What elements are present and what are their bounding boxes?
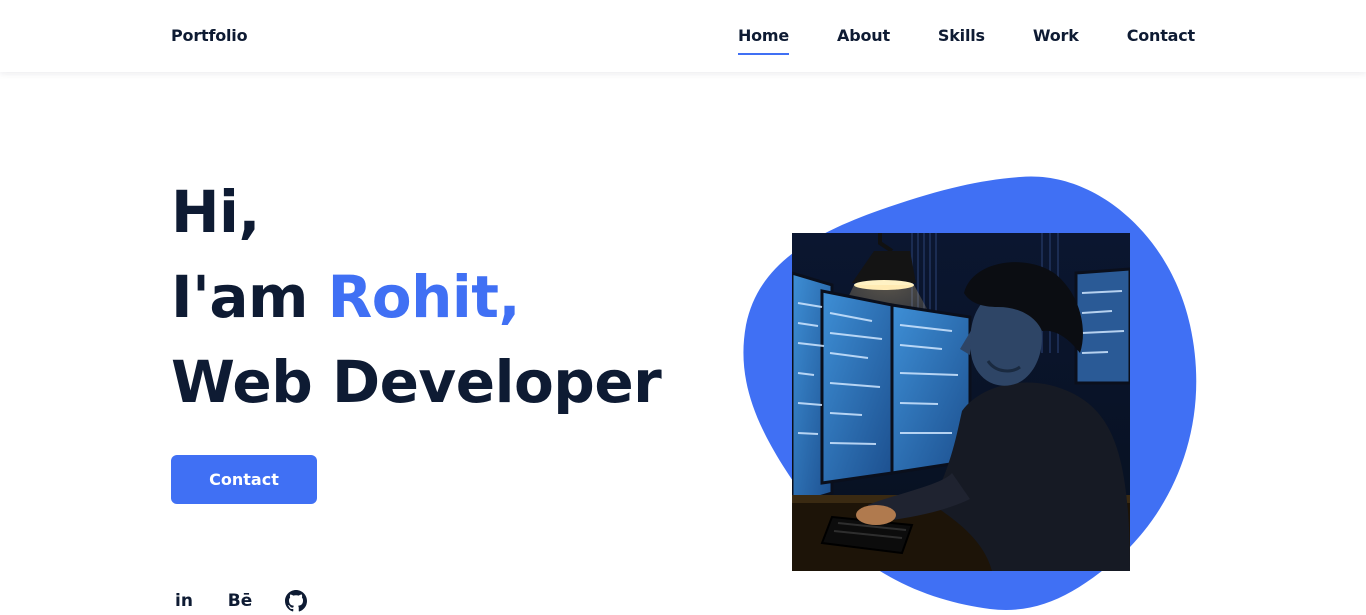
github-mark-svg — [285, 590, 307, 612]
developer-illustration — [792, 233, 1130, 571]
hero-name: Rohit, — [327, 263, 521, 331]
nav-about[interactable]: About — [837, 26, 890, 55]
behance-icon[interactable]: Bē — [227, 588, 253, 614]
nav-skills[interactable]: Skills — [938, 26, 985, 55]
main-nav: Home About Skills Work Contact — [737, 26, 1196, 55]
nav-contact[interactable]: Contact — [1127, 26, 1196, 55]
site-header: Portfolio Home About Skills Work Contact — [0, 0, 1366, 72]
hero-title: Hi, I'am Rohit, Web Developer — [171, 170, 662, 425]
brand-logo[interactable]: Portfolio — [171, 26, 248, 45]
nav-home[interactable]: Home — [737, 26, 789, 55]
hero-intro-prefix: I'am — [171, 263, 328, 331]
nav-work[interactable]: Work — [1033, 26, 1079, 55]
hero-greeting: Hi, — [171, 178, 260, 246]
linkedin-icon[interactable]: in — [171, 588, 197, 614]
social-links: in Bē — [171, 588, 309, 614]
hero-intro-line: I'am Rohit, — [171, 255, 661, 340]
github-icon[interactable] — [283, 588, 309, 614]
contact-button[interactable]: Contact — [171, 455, 317, 504]
hero-role: Web Developer — [171, 348, 662, 416]
